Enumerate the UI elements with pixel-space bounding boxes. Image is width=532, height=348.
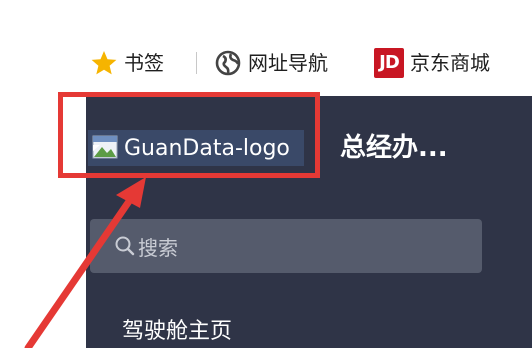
jd-icon: JD: [374, 48, 404, 78]
bookmark-label: 京东商城: [410, 51, 490, 75]
bookmark-label: 网址导航: [248, 51, 328, 75]
search-icon: [114, 235, 136, 257]
bookmark-jd-mall[interactable]: JD 京东商城: [374, 48, 490, 78]
bookmark-url-navigation[interactable]: 网址导航: [214, 48, 328, 78]
browser-page: 书签 网址导航 JD 京东商城 GuanData-logo 总经办... 搜索 …: [0, 0, 532, 348]
app-logo[interactable]: GuanData-logo: [88, 130, 304, 166]
search-placeholder: 搜索: [138, 235, 178, 260]
bookmark-divider: [196, 52, 197, 74]
bookmark-bookmarks[interactable]: 书签: [90, 48, 164, 78]
search-input[interactable]: 搜索: [90, 219, 482, 273]
broken-image-icon: [90, 133, 122, 163]
globe-icon: [214, 49, 242, 77]
bookmarks-bar: 书签 网址导航 JD 京东商城: [0, 0, 532, 96]
app-title: 总经办...: [340, 133, 448, 163]
bookmark-label: 书签: [124, 51, 164, 75]
star-icon: [90, 49, 118, 77]
sidebar-item-dashboard-home[interactable]: 驾驶舱主页: [122, 314, 232, 348]
logo-alt-text: GuanData-logo: [124, 135, 290, 161]
